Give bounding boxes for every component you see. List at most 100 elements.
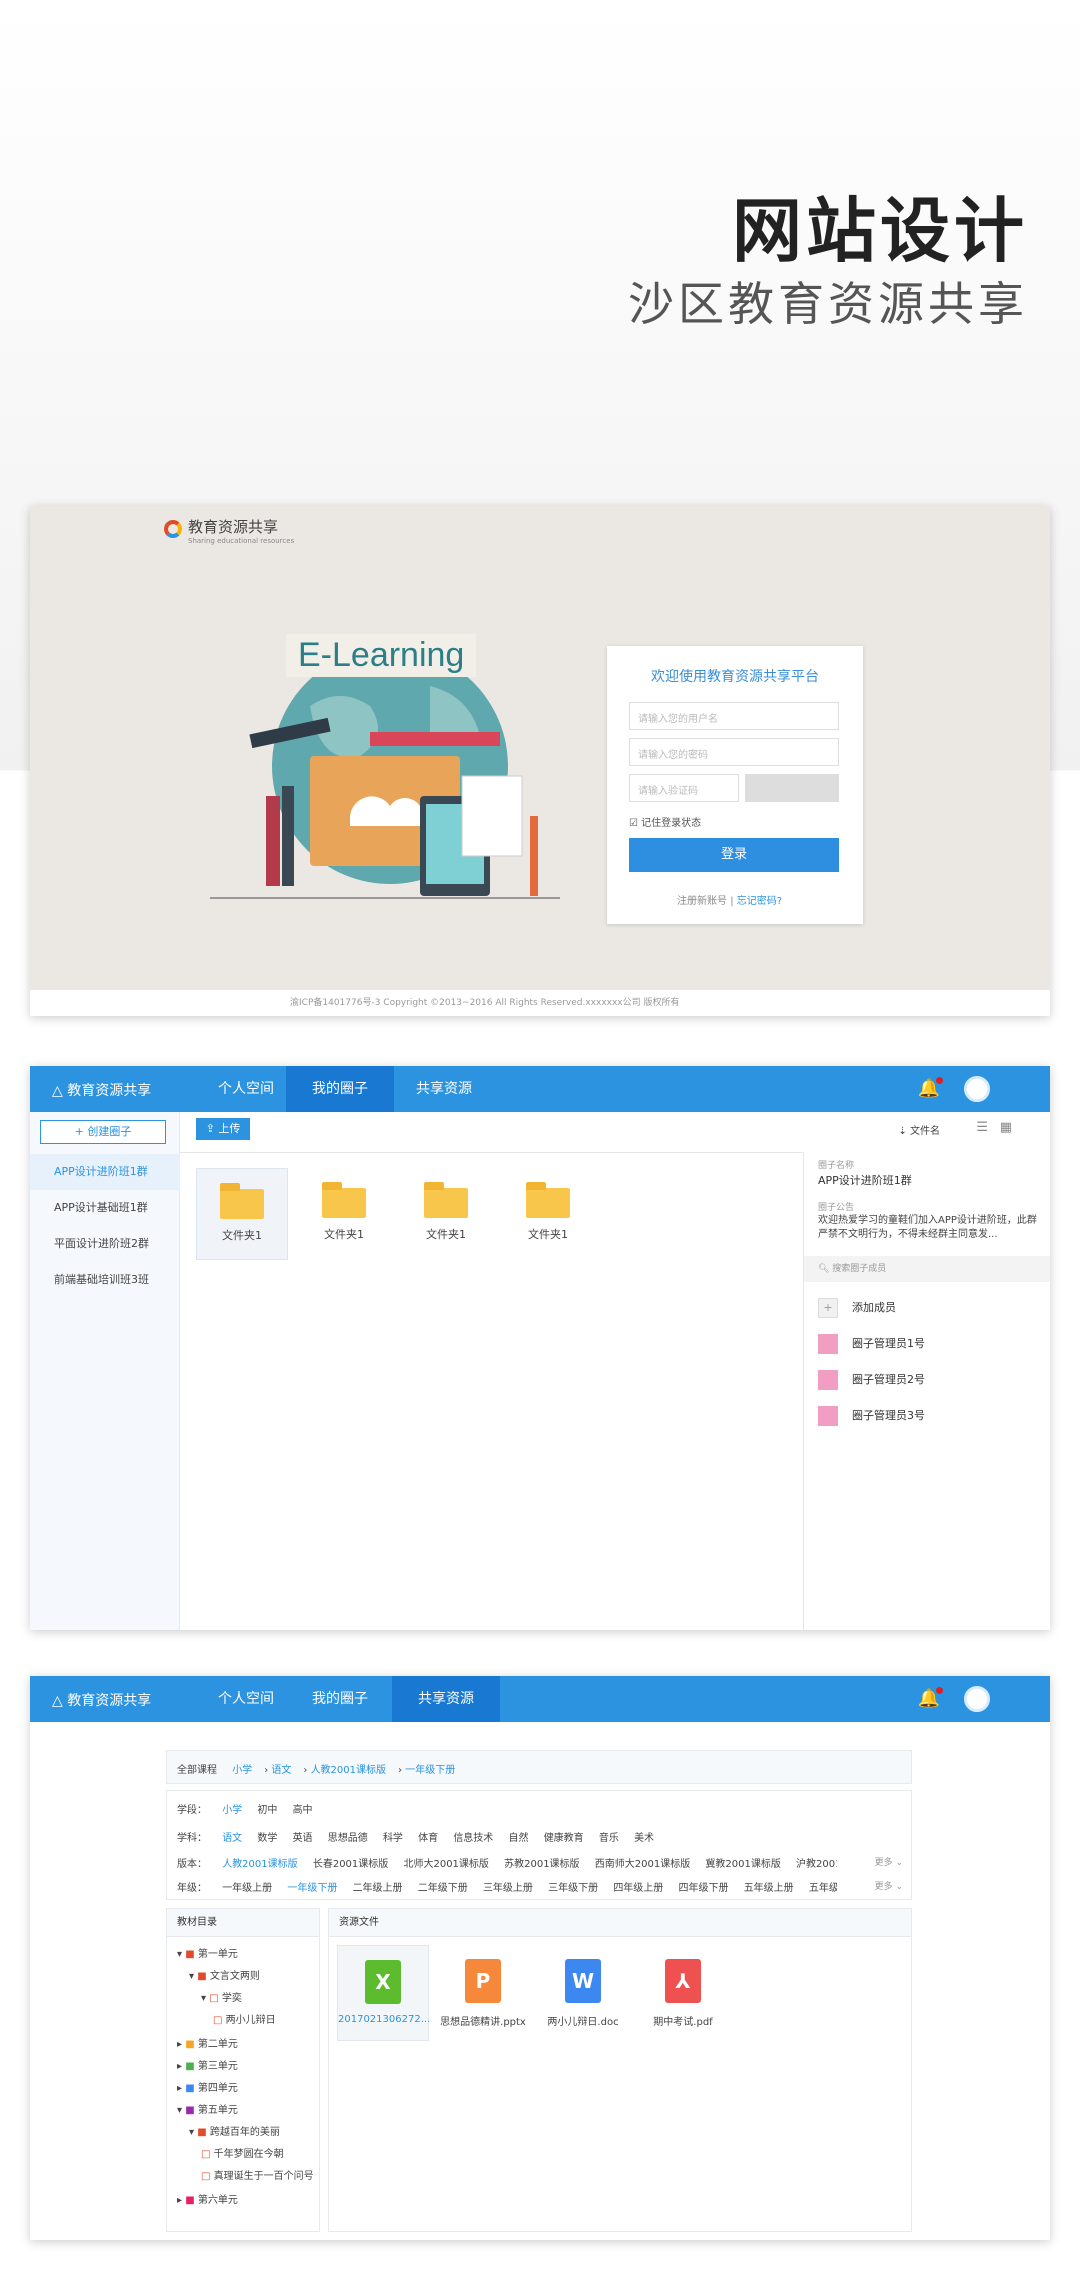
folder-item[interactable]: 文件夹1 [502,1168,594,1260]
filter-option[interactable]: 一年级上册 [222,1883,272,1894]
filter-option[interactable]: 四年级下册 [679,1883,729,1894]
tree-label: 跨越百年的美丽 [209,2127,280,2138]
add-member-button[interactable]: + 添加成员 [818,1298,896,1318]
filter-option[interactable]: 冀教2001课标版 [705,1859,780,1870]
login-card: 欢迎使用教育资源共享平台 请输入您的用户名 请输入您的密码 请输入验证码 ☑ 记… [607,646,863,924]
filter-option[interactable]: 三年级下册 [548,1883,598,1894]
filter-option[interactable]: 一年级下册 [287,1883,337,1894]
filter-option[interactable]: 小学 [222,1805,242,1816]
file-name: 2017021306272... [338,2014,431,2025]
create-circle-button[interactable]: + 创建圈子 [40,1120,166,1144]
more-grade-button[interactable]: 更多 ⌄ [875,1879,903,1892]
nav-brand[interactable]: △ 教育资源共享 [52,1080,151,1100]
member-search-input[interactable]: 🔍︎ 搜索圈子成员 [804,1256,1050,1282]
breadcrumb-item[interactable]: 人教2001课标版 [311,1765,386,1776]
avatar[interactable] [964,1076,990,1102]
filter-option[interactable]: 体育 [418,1833,438,1844]
filter-option[interactable]: 健康教育 [544,1833,584,1844]
password-field[interactable]: 请输入您的密码 [629,738,839,766]
more-edition-button[interactable]: 更多 ⌄ [875,1855,903,1868]
sidebar-item-group[interactable]: APP设计基础班1群 [30,1190,180,1226]
file-item[interactable]: P 思想品德精讲.pptx [437,1959,529,2028]
bell-icon[interactable]: 🔔 [918,1077,943,1099]
filter-option[interactable]: 语文 [222,1833,242,1844]
bell-icon[interactable]: 🔔 [918,1687,943,1709]
notification-dot [936,1077,943,1084]
tree-node[interactable]: □ 千年梦圆在今朝 [201,2145,284,2160]
tree-node[interactable]: ▾ ■ 文言文两则 [189,1967,260,1982]
plus-icon: + [818,1298,838,1318]
toolbar-divider [180,1152,803,1153]
tree-node[interactable]: ▸ ■ 第六单元 [177,2191,238,2206]
sidebar-item-group[interactable]: APP设计进阶班1群 [30,1154,180,1190]
member-item[interactable]: 圈子管理员3号 [818,1406,925,1426]
filter-option[interactable]: 二年级下册 [418,1883,468,1894]
filter-option[interactable]: 苏教2001课标版 [504,1859,579,1870]
tree-node[interactable]: ▾ ■ 第五单元 [177,2101,238,2116]
filter-option[interactable]: 长春2001课标版 [313,1859,388,1870]
breadcrumb-item[interactable]: 小学 [232,1765,252,1776]
file-item[interactable]: W 两小儿辩日.doc [537,1959,629,2028]
tab-personal[interactable]: 个人空间 [192,1676,300,1722]
tab-shared[interactable]: 共享资源 [390,1066,498,1112]
tab-shared[interactable]: 共享资源 [392,1676,500,1722]
folder-item[interactable]: 文件夹1 [298,1168,390,1260]
breadcrumb-item[interactable]: 一年级下册 [405,1765,455,1776]
avatar[interactable] [964,1686,990,1712]
filter-option[interactable]: 五年级上册 [744,1883,794,1894]
filter-option[interactable]: 三年级上册 [483,1883,533,1894]
file-item[interactable]: ⅄ 期中考试.pdf [637,1959,729,2028]
filter-option[interactable]: 音乐 [599,1833,619,1844]
breadcrumb-root[interactable]: 全部课程 [177,1765,217,1776]
breadcrumb-item[interactable]: 语文 [271,1765,291,1776]
sidebar-item-group[interactable]: 平面设计进阶班2群 [30,1226,180,1262]
folder-item[interactable]: 文件夹1 [400,1168,492,1260]
forgot-link[interactable]: 忘记密码? [737,896,782,907]
sidebar-item-group[interactable]: 前端基础培训班3班 [30,1262,180,1298]
filter-option[interactable]: 二年级上册 [353,1883,403,1894]
list-view-icon[interactable]: ☰ [976,1120,988,1135]
username-field[interactable]: 请输入您的用户名 [629,702,839,730]
tree-node[interactable]: ▾ ■ 第一单元 [177,1945,238,1960]
filter-option[interactable]: 美术 [634,1833,654,1844]
filter-option[interactable]: 思想品德 [328,1833,368,1844]
filter-option[interactable]: 四年级上册 [613,1883,663,1894]
tree-node[interactable]: □ 真理诞生于一百个问号 [201,2167,314,2182]
filter-option[interactable]: 五年级下册 [809,1883,837,1894]
tree-node[interactable]: □ 两小儿辩日 [213,2011,276,2026]
member-search-placeholder: 搜索圈子成员 [832,1264,887,1274]
filter-option[interactable]: 高中 [293,1805,313,1816]
tab-my-circle[interactable]: 我的圈子 [286,1676,394,1722]
grid-view-icon[interactable]: ▦ [1000,1120,1012,1135]
captcha-field[interactable]: 请输入验证码 [629,774,739,802]
filter-option[interactable]: 科学 [383,1833,403,1844]
filter-option[interactable]: 信息技术 [453,1833,493,1844]
filter-option[interactable]: 数学 [257,1833,277,1844]
tree-node[interactable]: ▾ ■ 跨越百年的美丽 [189,2123,280,2138]
tab-my-circle[interactable]: 我的圈子 [286,1066,394,1112]
tree-node[interactable]: ▸ ■ 第四单元 [177,2079,238,2094]
filter-option[interactable]: 人教2001课标版 [222,1859,297,1870]
tree-node[interactable]: ▾ □ 学奕 [201,1989,242,2004]
remember-checkbox[interactable]: ☑ 记住登录状态 [629,814,701,829]
filter-option[interactable]: 初中 [257,1805,277,1816]
filter-option[interactable]: 北师大2001课标版 [403,1859,488,1870]
filter-option[interactable]: 西南师大2001课标版 [595,1859,690,1870]
file-item[interactable]: X 2017021306272... [337,1945,431,2041]
register-link[interactable]: 注册新账号 [677,896,727,907]
sort-by-name[interactable]: ⇣ 文件名 [898,1122,940,1137]
tree-node[interactable]: ▸ ■ 第三单元 [177,2057,238,2072]
nav-brand[interactable]: △ 教育资源共享 [52,1690,151,1710]
tab-personal[interactable]: 个人空间 [192,1066,300,1112]
member-item[interactable]: 圈子管理员1号 [818,1334,925,1354]
login-button[interactable]: 登录 [629,838,839,872]
upload-button[interactable]: ⇪ 上传 [196,1118,250,1140]
filter-option[interactable]: 自然 [509,1833,529,1844]
member-item[interactable]: 圈子管理员2号 [818,1370,925,1390]
folder-item[interactable]: 文件夹1 [196,1168,288,1260]
breadcrumb: 全部课程 小学 › 语文 › 人教2001课标版 › 一年级下册 [166,1750,912,1784]
filter-option[interactable]: 沪教2001课标版 [796,1859,837,1870]
filter-option[interactable]: 英语 [293,1833,313,1844]
captcha-image[interactable] [745,774,839,802]
tree-node[interactable]: ▸ ■ 第二单元 [177,2035,238,2050]
